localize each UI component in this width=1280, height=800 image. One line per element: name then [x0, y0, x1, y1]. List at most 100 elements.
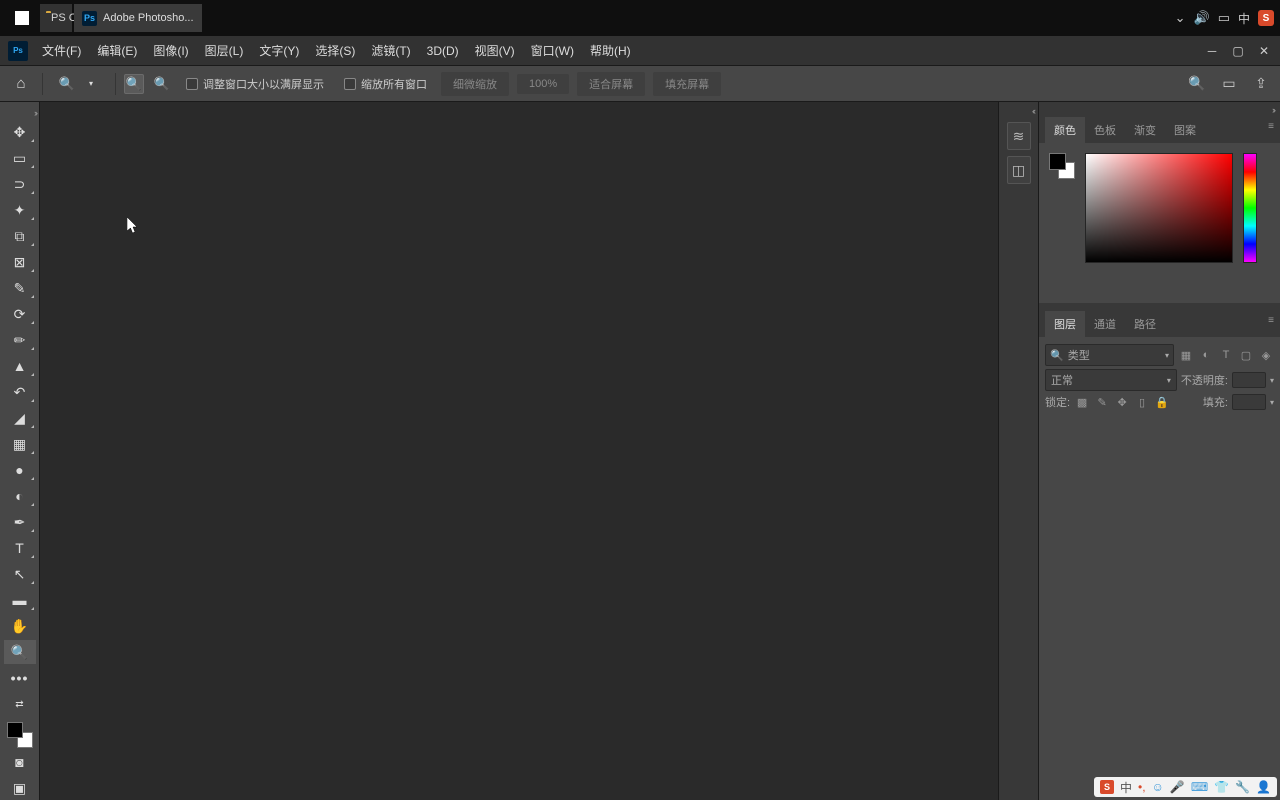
lasso-tool[interactable]: ⊃ [4, 172, 36, 196]
home-icon[interactable]: ⌂ [8, 71, 34, 97]
tray-skin-icon[interactable]: 👕 [1214, 780, 1229, 794]
eraser-tool[interactable]: ◢ [4, 406, 36, 430]
filter-adjust-icon[interactable]: ◐ [1198, 347, 1214, 363]
filter-shape-icon[interactable]: ▢ [1238, 347, 1254, 363]
resize-window-checkbox[interactable]: 调整窗口大小以满屏显示 [180, 76, 330, 92]
ime-indicator[interactable]: 中 [1238, 10, 1250, 27]
menu-type[interactable]: 文字(Y) [251, 38, 307, 63]
tray-ime-icon[interactable]: 中 [1120, 779, 1132, 796]
lock-transparency-icon[interactable]: ▩ [1074, 394, 1090, 410]
lock-artboard-icon[interactable]: ▯ [1134, 394, 1150, 410]
expand-icon[interactable]: ‹‹ [1032, 106, 1034, 116]
menu-layer[interactable]: 图层(L) [197, 38, 252, 63]
scrubby-zoom-button[interactable]: 细微缩放 [441, 72, 509, 96]
tab-paths[interactable]: 路径 [1125, 311, 1165, 337]
filter-type-icon[interactable]: T [1218, 347, 1234, 363]
crop-tool[interactable]: ⧉ [4, 224, 36, 248]
taskbar-app-active[interactable]: Ps Adobe Photosho... [74, 4, 202, 32]
lock-all-icon[interactable]: 🔒 [1154, 394, 1170, 410]
menu-image[interactable]: 图像(I) [145, 38, 196, 63]
app-logo-icon[interactable]: Ps [8, 41, 28, 61]
fit-screen-button[interactable]: 适合屏幕 [577, 72, 645, 96]
pen-tool[interactable]: ✒ [4, 510, 36, 534]
fill-input[interactable] [1232, 394, 1266, 410]
sogou-tray-icon[interactable]: S [1100, 780, 1114, 794]
tray-user-icon[interactable]: 👤 [1256, 780, 1271, 794]
menu-help[interactable]: 帮助(H) [582, 38, 639, 63]
lock-position-icon[interactable]: ✥ [1114, 394, 1130, 410]
color-field[interactable] [1085, 153, 1233, 263]
tab-patterns[interactable]: 图案 [1165, 117, 1205, 143]
move-tool[interactable]: ✥ [4, 120, 36, 144]
menu-select[interactable]: 选择(S) [307, 38, 363, 63]
zoom-out-icon[interactable]: 🔍 [152, 74, 172, 94]
type-tool[interactable]: T [4, 536, 36, 560]
healing-brush-tool[interactable]: ⟳ [4, 302, 36, 326]
workspace-icon[interactable]: ▭ [1218, 73, 1240, 95]
tab-color[interactable]: 颜色 [1045, 117, 1085, 143]
blur-tool[interactable]: ● [4, 458, 36, 482]
tray-keyboard-icon[interactable]: ⌨ [1191, 780, 1208, 794]
tab-swatches[interactable]: 色板 [1085, 117, 1125, 143]
color-swatches[interactable] [7, 722, 33, 748]
zoom-tool[interactable]: 🔍 [4, 640, 36, 664]
tab-gradients[interactable]: 渐变 [1125, 117, 1165, 143]
blend-mode-select[interactable]: 正常 ▾ [1045, 369, 1177, 391]
dropdown-icon[interactable]: ▾ [81, 74, 101, 94]
chevron-down-icon[interactable]: ⌄ [1175, 10, 1186, 26]
tray-toolbox-icon[interactable]: 🔧 [1235, 780, 1250, 794]
gradient-tool[interactable]: ▦ [4, 432, 36, 456]
menu-view[interactable]: 视图(V) [467, 38, 523, 63]
windows-start-icon[interactable] [6, 2, 38, 34]
network-icon[interactable]: ▭ [1218, 10, 1230, 26]
hue-slider[interactable] [1243, 153, 1257, 263]
menu-edit[interactable]: 编辑(E) [89, 38, 145, 63]
search-icon[interactable]: 🔍 [1186, 73, 1208, 95]
menu-3d[interactable]: 3D(D) [419, 40, 467, 62]
zoom-in-icon[interactable]: 🔍 [124, 74, 144, 94]
minimize-button[interactable]: ─ [1200, 42, 1224, 60]
screen-mode-tool[interactable]: ▣ [4, 776, 36, 800]
eyedropper-tool[interactable]: ✎ [4, 276, 36, 300]
fill-screen-button[interactable]: 填充屏幕 [653, 72, 721, 96]
history-panel-icon[interactable]: ≋ [1007, 122, 1031, 150]
tray-punct-icon[interactable]: •, [1138, 780, 1146, 794]
swap-colors-icon[interactable]: ⇄ [4, 692, 36, 716]
menu-filter[interactable]: 滤镜(T) [363, 38, 418, 63]
menu-file[interactable]: 文件(F) [34, 38, 89, 63]
history-brush-tool[interactable]: ↶ [4, 380, 36, 404]
frame-tool[interactable]: ⊠ [4, 250, 36, 274]
sound-icon[interactable]: 🔊 [1194, 10, 1210, 26]
lock-image-icon[interactable]: ✎ [1094, 394, 1110, 410]
collapse-panels-icon[interactable]: ›› [1272, 105, 1274, 115]
menu-window[interactable]: 窗口(W) [523, 38, 582, 63]
clone-stamp-tool[interactable]: ▲ [4, 354, 36, 378]
tray-mic-icon[interactable]: 🎤 [1170, 780, 1185, 794]
opacity-input[interactable] [1232, 372, 1266, 388]
hand-tool[interactable]: ✋ [4, 614, 36, 638]
tab-channels[interactable]: 通道 [1085, 311, 1125, 337]
layer-filter-select[interactable]: 🔍 类型 ▾ [1045, 344, 1174, 366]
zoom-100-button[interactable]: 100% [517, 74, 569, 94]
panel-menu-icon[interactable]: ≡ [1268, 315, 1274, 326]
tray-emoji-icon[interactable]: ☺ [1152, 780, 1164, 794]
share-icon[interactable]: ⇪ [1250, 73, 1272, 95]
brush-tool[interactable]: ✏ [4, 328, 36, 352]
tab-layers[interactable]: 图层 [1045, 311, 1085, 337]
taskbar-folder[interactable]: PS CC 2020 [40, 4, 72, 32]
dropdown-icon[interactable]: ▾ [1270, 398, 1274, 407]
canvas-area[interactable] [40, 102, 998, 800]
rectangle-tool[interactable]: ▬ [4, 588, 36, 612]
filter-pixel-icon[interactable]: ▦ [1178, 347, 1194, 363]
panel-color-swatches[interactable] [1049, 153, 1075, 179]
quick-mask-tool[interactable]: ◙ [4, 750, 36, 774]
magic-wand-tool[interactable]: ✦ [4, 198, 36, 222]
filter-smart-icon[interactable]: ◈ [1258, 347, 1274, 363]
dropdown-icon[interactable]: ▾ [1270, 376, 1274, 385]
marquee-tool[interactable]: ▭ [4, 146, 36, 170]
close-button[interactable]: ✕ [1252, 42, 1276, 60]
sogou-icon[interactable]: S [1258, 10, 1274, 26]
path-selection-tool[interactable]: ↖ [4, 562, 36, 586]
dodge-tool[interactable]: ◐ [4, 484, 36, 508]
collapse-icon[interactable]: ›› [34, 108, 36, 118]
